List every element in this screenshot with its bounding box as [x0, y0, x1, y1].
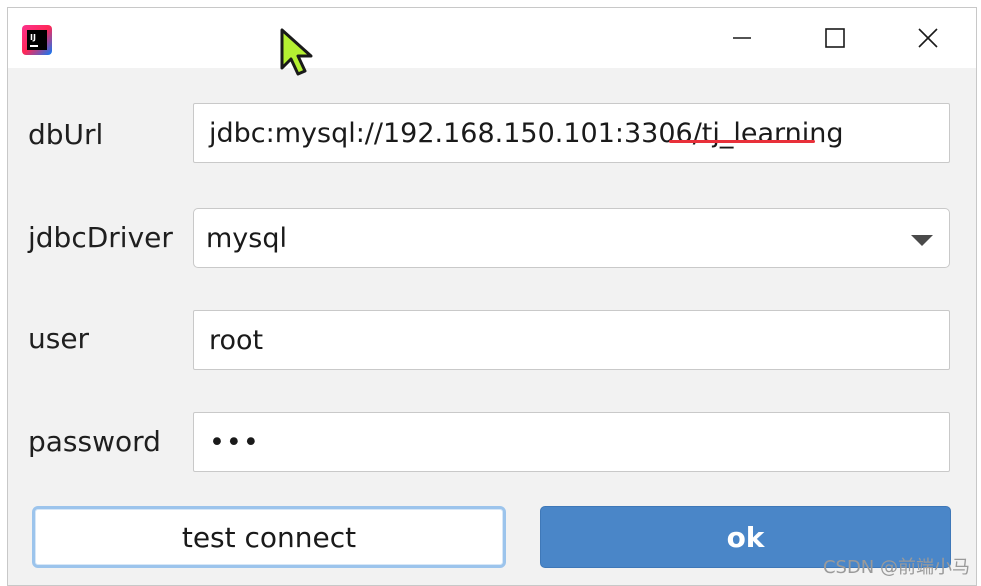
annotation-underline	[669, 140, 815, 143]
maximize-button[interactable]	[812, 16, 858, 60]
user-input[interactable]: root	[193, 310, 950, 370]
test-connect-button[interactable]: test connect	[32, 506, 506, 568]
dropdown-arrow-icon[interactable]	[911, 235, 933, 246]
dburl-value: jdbc:mysql://192.168.150.101:3306/tj_lea…	[209, 117, 844, 149]
jdbc-driver-value: mysql	[206, 222, 287, 254]
minimize-button[interactable]	[719, 16, 765, 60]
password-input[interactable]: •••	[193, 412, 950, 472]
dburl-input[interactable]: jdbc:mysql://192.168.150.101:3306/tj_lea…	[193, 103, 950, 163]
watermark: CSDN @前端小马	[822, 557, 970, 578]
minimize-icon	[733, 37, 751, 39]
maximize-icon	[825, 28, 845, 48]
intellij-idea-icon: IJ	[22, 25, 52, 55]
title-bar: IJ	[8, 8, 976, 68]
close-icon	[918, 28, 938, 48]
svg-text:IJ: IJ	[30, 33, 36, 42]
jdbc-driver-select[interactable]: mysql	[193, 208, 950, 268]
close-button[interactable]	[905, 16, 951, 60]
connection-dialog: IJ dbUrl jdbc:mysql://192.168.150.101:33…	[7, 7, 977, 586]
dburl-label: dbUrl	[28, 118, 104, 151]
user-value: root	[209, 324, 264, 356]
password-label: password	[28, 425, 161, 458]
password-value: •••	[209, 426, 260, 458]
mouse-pointer-icon	[280, 28, 313, 76]
user-label: user	[28, 322, 90, 355]
jdbc-driver-label: jdbcDriver	[28, 221, 173, 254]
